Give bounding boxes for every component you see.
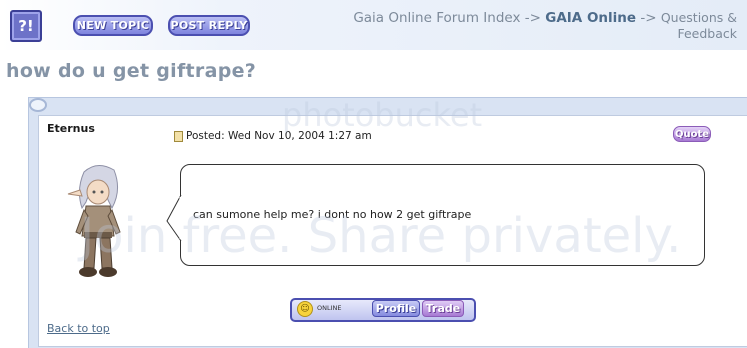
post-username[interactable]: Eternus [47,122,95,135]
post-document-icon [174,130,183,142]
quote-button[interactable]: Quote [673,126,711,142]
post-message: can sumone help me? i dont no how 2 get … [193,208,472,221]
online-status-icon: ☺ [297,301,313,317]
new-topic-button[interactable]: NEW TOPIC [73,15,153,36]
post-reply-button[interactable]: POST REPLY [168,15,250,36]
breadcrumb: Gaia Online Forum Index -> GAIA Online -… [297,10,737,42]
post-timestamp: Posted: Wed Nov 10, 2004 1:27 am [174,130,372,142]
help-button[interactable]: ?! [10,10,42,42]
user-avatar-icon[interactable] [62,160,132,280]
speech-bubble-tail-icon [166,195,182,242]
online-status-label: ONLINE [317,304,342,312]
post-corner-decoration [29,98,47,112]
thread-title[interactable]: how do u get giftrape? [6,60,256,82]
post-timestamp-text: Posted: Wed Nov 10, 2004 1:27 am [186,130,372,142]
breadcrumb-forum-index[interactable]: Gaia Online Forum Index [353,10,520,26]
breadcrumb-subforum[interactable]: Questions & Feedback [661,10,737,41]
breadcrumb-separator: -> [524,10,541,26]
breadcrumb-section[interactable]: GAIA Online [545,10,636,26]
back-to-top-link[interactable]: Back to top [47,322,110,335]
profile-button[interactable]: Profile [372,300,420,317]
breadcrumb-separator: -> [640,10,657,26]
trade-button[interactable]: Trade [422,300,464,317]
